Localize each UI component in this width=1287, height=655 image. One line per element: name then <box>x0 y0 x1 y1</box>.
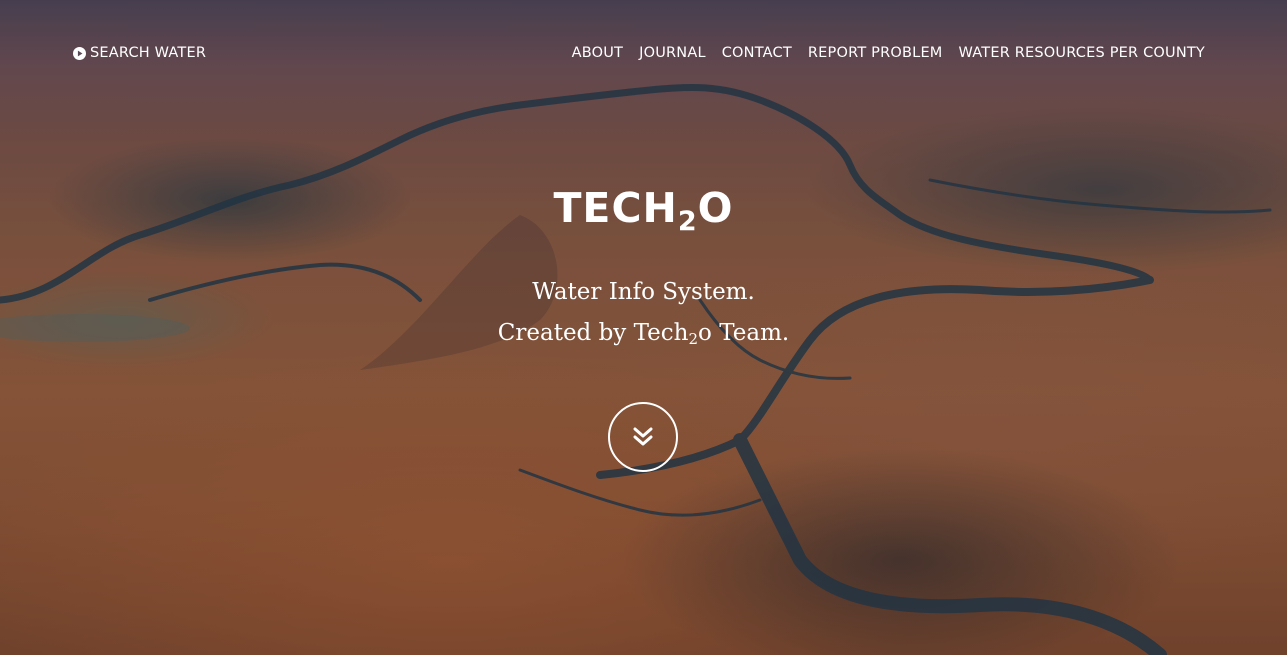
title-end: O <box>697 184 734 232</box>
subtitle-line-2-suffix: o Team. <box>698 320 790 346</box>
title-main: TECH <box>553 184 678 232</box>
subtitle-line-2-subscript: 2 <box>688 330 699 348</box>
double-chevron-down-icon <box>633 427 653 446</box>
title-subscript: 2 <box>677 206 698 237</box>
nav-link-journal[interactable]: JOURNAL <box>639 45 706 61</box>
nav-links: ABOUT JOURNAL CONTACT REPORT PROBLEM WAT… <box>572 45 1205 61</box>
subtitle-line-1: Water Info System. <box>532 279 755 305</box>
top-navbar: SEARCH WATER ABOUT JOURNAL CONTACT REPOR… <box>73 42 1205 64</box>
nav-link-water-resources-per-county[interactable]: WATER RESOURCES PER COUNTY <box>959 45 1205 61</box>
nav-link-report-problem[interactable]: REPORT PROBLEM <box>808 45 943 61</box>
subtitle-line-2: Created by Tech2o Team. <box>0 313 1287 360</box>
search-water-link[interactable]: SEARCH WATER <box>73 45 206 61</box>
subtitle-line-2-prefix: Created by Tech <box>497 320 689 346</box>
page-title: TECH2O <box>0 183 1287 247</box>
search-water-label: SEARCH WATER <box>90 45 207 61</box>
nav-link-contact[interactable]: CONTACT <box>722 45 792 61</box>
play-circle-icon <box>73 46 86 60</box>
hero-subtitle: Water Info System. Created by Tech2o Tea… <box>0 272 1287 360</box>
nav-link-about[interactable]: ABOUT <box>572 45 624 61</box>
scroll-down-button[interactable] <box>608 402 678 472</box>
